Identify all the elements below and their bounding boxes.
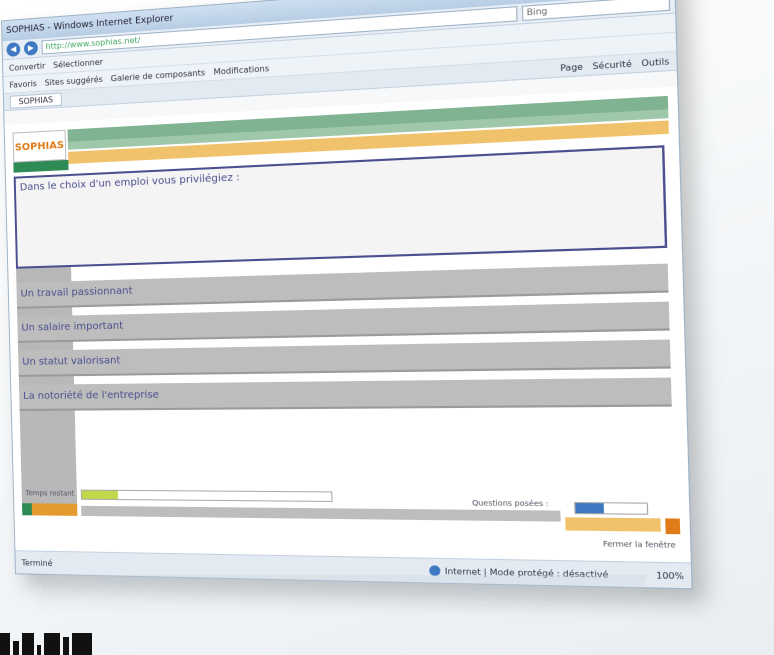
answer-list: Un travail passionnant Un salaire import…	[16, 263, 672, 419]
security-menu[interactable]: Sécurité	[592, 58, 632, 70]
next-button[interactable]	[565, 517, 661, 532]
answer-option[interactable]: La notoriété de l'entreprise	[18, 377, 672, 411]
favorites-item[interactable]: Favoris	[9, 79, 37, 90]
favorites-item[interactable]: Modifications	[213, 63, 269, 76]
window-reflection	[32, 575, 648, 615]
status-text: Terminé	[21, 557, 53, 568]
page-content: SOPHIAS Dans le choix d'un emploi vous p…	[4, 86, 691, 564]
footer-green-block	[21, 503, 33, 516]
footer-gray-bar	[81, 505, 561, 522]
qr-code-fragment	[0, 630, 110, 655]
logo: SOPHIAS	[12, 129, 67, 163]
answer-option[interactable]: Un salaire important	[17, 301, 670, 343]
questions-progress-fill	[575, 503, 605, 514]
time-progress	[80, 489, 333, 502]
corner-block	[665, 518, 681, 535]
tools-menu[interactable]: Outils	[641, 56, 669, 68]
question-box: Dans le choix d'un emploi vous privilégi…	[13, 145, 668, 269]
footer-orange-block	[31, 503, 78, 516]
menu-item-selectionner[interactable]: Sélectionner	[53, 57, 103, 69]
answer-option[interactable]: Un statut valorisant	[18, 339, 671, 377]
footer: Temps restant Questions posées : Fermer …	[21, 489, 681, 556]
back-icon[interactable]: ◀	[6, 42, 21, 58]
header-dark-green-block	[13, 159, 69, 173]
command-bar: Page Sécurité Outils	[560, 56, 669, 73]
questions-progress	[574, 501, 649, 515]
zoom-level[interactable]: 100%	[656, 570, 684, 581]
favorites-item[interactable]: Sites suggérés	[45, 74, 103, 87]
tab-sophias[interactable]: SOPHIAS	[9, 92, 63, 109]
browser-window: SOPHIAS - Windows Internet Explorer – □ …	[0, 0, 693, 590]
answer-option[interactable]: Un travail passionnant	[16, 263, 669, 309]
forward-icon[interactable]: ▶	[23, 40, 38, 56]
favorites-item[interactable]: Galerie de composants	[111, 68, 206, 83]
time-label: Temps restant	[25, 489, 75, 498]
page-menu[interactable]: Page	[560, 61, 583, 72]
time-progress-fill	[81, 490, 119, 500]
close-link[interactable]: Fermer la fenêtre	[603, 540, 676, 550]
questions-label: Questions posées :	[471, 498, 549, 509]
menu-item-convertir[interactable]: Convertir	[9, 61, 46, 72]
